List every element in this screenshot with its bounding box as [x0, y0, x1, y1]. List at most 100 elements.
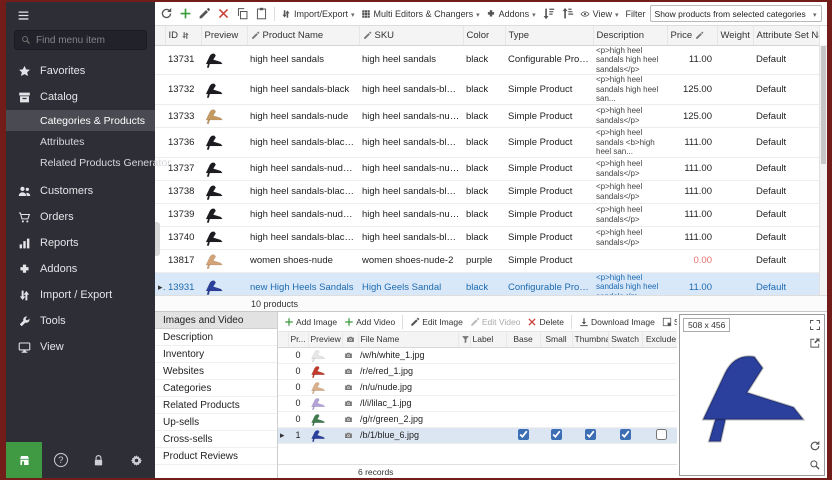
col-header-weight[interactable]: Weight: [717, 26, 753, 45]
tab-cross-sells[interactable]: Cross-sells: [155, 431, 277, 448]
thumbnail-checkbox[interactable]: [585, 429, 596, 440]
tab-images-and-video[interactable]: Images and Video: [155, 312, 277, 329]
col-header-product-name[interactable]: Product Name: [247, 26, 359, 45]
edit-image-button[interactable]: Edit Image: [408, 316, 465, 328]
sidebar-item-addons[interactable]: Addons: [6, 256, 155, 282]
product-row[interactable]: 13731 high heel sandals high heel sandal…: [155, 45, 819, 75]
col-header-small[interactable]: Small: [540, 332, 572, 347]
tab-product-reviews[interactable]: Product Reviews: [155, 448, 277, 465]
delete-image-button[interactable]: Delete: [525, 316, 566, 328]
set-resize-rule-button[interactable]: Set Resize Rule: [660, 316, 677, 328]
scrollbar-thumb[interactable]: [821, 46, 826, 164]
col-header-price[interactable]: Price: [667, 26, 717, 45]
col-header-exclude[interactable]: Exclude: [642, 332, 677, 347]
small-checkbox[interactable]: [551, 429, 562, 440]
col-header-attribute-set[interactable]: Attribute Set Name: [753, 26, 819, 45]
col-header-preview[interactable]: Preview: [308, 332, 342, 347]
add-image-button[interactable]: Add Image: [282, 316, 339, 328]
col-header-base[interactable]: Base: [506, 332, 540, 347]
rotate-icon[interactable]: [809, 440, 821, 452]
sidebar-item-related-products-generator[interactable]: Related Products Generator: [6, 152, 155, 173]
category-filter-select[interactable]: Show products from selected categories: [650, 5, 822, 22]
settings-button[interactable]: [117, 442, 155, 478]
sidebar-item-favorites[interactable]: Favorites: [6, 58, 155, 84]
image-row[interactable]: 0 /r/e/red_1.jpg: [278, 363, 677, 379]
tab-inventory[interactable]: Inventory: [155, 346, 277, 363]
col-header-description[interactable]: Description: [593, 26, 667, 45]
sidebar-item-customers[interactable]: Customers: [6, 178, 155, 204]
paste-button[interactable]: [253, 5, 270, 22]
product-row[interactable]: 13737 high heel sandals-nude-36 high hee…: [155, 157, 819, 180]
product-row[interactable]: 13740 high heel sandals-black-38 high he…: [155, 226, 819, 249]
panel-collapse-handle[interactable]: [155, 222, 160, 256]
exclude-checkbox[interactable]: [656, 429, 667, 440]
col-header-type[interactable]: Type: [505, 26, 593, 45]
image-row[interactable]: 0 /n/u/nude.jpg: [278, 379, 677, 395]
import-export-menu[interactable]: Import/Export: [279, 7, 357, 21]
refresh-button[interactable]: [158, 5, 175, 22]
menu-search[interactable]: [14, 30, 147, 50]
col-header-priority[interactable]: Pr...: [288, 332, 308, 347]
cell-expand[interactable]: [278, 427, 288, 443]
add-video-button[interactable]: Add Video: [342, 316, 397, 328]
tab-description[interactable]: Description: [155, 329, 277, 346]
multi-editors-menu[interactable]: Multi Editors & Changers: [359, 7, 482, 21]
col-header-preview[interactable]: Preview: [201, 26, 247, 45]
sidebar-item-orders[interactable]: Orders: [6, 204, 155, 230]
col-header-file-name[interactable]: File Name: [358, 332, 458, 347]
product-row[interactable]: 13732 high heel sandals-black high heel …: [155, 75, 819, 105]
copy-button[interactable]: [234, 5, 251, 22]
product-row[interactable]: 13739 high heel sandals-nude-37 high hee…: [155, 203, 819, 226]
filters-menu[interactable]: Filters: [824, 7, 827, 21]
zoom-icon[interactable]: [809, 459, 821, 471]
sidebar-item-view[interactable]: View: [6, 334, 155, 360]
col-header-sku[interactable]: SKU: [359, 26, 463, 45]
menu-toggle-button[interactable]: [6, 2, 155, 28]
col-header-id[interactable]: ID: [165, 26, 201, 45]
addons-menu[interactable]: Addons: [484, 7, 538, 21]
view-menu[interactable]: View: [578, 7, 621, 21]
col-header-swatch[interactable]: Swatch: [608, 332, 642, 347]
image-row-selected[interactable]: 1 /b/1/blue_6.jpg: [278, 427, 677, 443]
tab-up-sells[interactable]: Up-sells: [155, 414, 277, 431]
product-row[interactable]: 13733 high heel sandals-nude high heel s…: [155, 105, 819, 128]
open-external-icon[interactable]: [809, 337, 821, 349]
edit-video-button[interactable]: Edit Video: [468, 316, 523, 328]
col-header-label[interactable]: Label: [470, 332, 506, 347]
vertical-scrollbar[interactable]: [819, 45, 827, 295]
sidebar-item-catalog[interactable]: Catalog: [6, 84, 155, 110]
lock-button[interactable]: [80, 442, 118, 478]
image-row[interactable]: 0 /g/r/green_2.jpg: [278, 411, 677, 427]
swatch-checkbox[interactable]: [620, 429, 631, 440]
product-row[interactable]: 13736 high heel sandals-black-36 high he…: [155, 128, 819, 158]
product-row-selected[interactable]: 13931 new High Heels Sandals High Geels …: [155, 272, 819, 295]
base-checkbox[interactable]: [518, 429, 529, 440]
sort-descending-button[interactable]: [559, 5, 576, 22]
sidebar-item-import-export[interactable]: Import / Export: [6, 282, 155, 308]
cell-expand[interactable]: [155, 272, 165, 295]
download-image-button[interactable]: Download Image: [577, 316, 657, 328]
sidebar-item-attributes[interactable]: Attributes: [6, 131, 155, 152]
col-header-camera[interactable]: [342, 332, 358, 347]
sidebar-item-reports[interactable]: Reports: [6, 230, 155, 256]
add-product-button[interactable]: [177, 5, 194, 22]
image-row[interactable]: 0 /l/i/lilac_1.jpg: [278, 395, 677, 411]
col-header-thumbnail[interactable]: Thumbna: [572, 332, 608, 347]
tab-related-products[interactable]: Related Products: [155, 397, 277, 414]
sort-ascending-button[interactable]: [540, 5, 557, 22]
product-row[interactable]: 13738 high heel sandals-black-37 high he…: [155, 180, 819, 203]
delete-product-button[interactable]: [215, 5, 232, 22]
product-row[interactable]: 13817 women shoes-nude women shoes-nude-…: [155, 249, 819, 272]
col-header-color[interactable]: Color: [463, 26, 505, 45]
help-button[interactable]: [42, 442, 80, 478]
sidebar-item-tools[interactable]: Tools: [6, 308, 155, 334]
edit-product-button[interactable]: [196, 5, 213, 22]
tab-categories[interactable]: Categories: [155, 380, 277, 397]
menu-search-input[interactable]: [36, 35, 140, 46]
image-row[interactable]: 0 /w/h/white_1.jpg: [278, 347, 677, 363]
sidebar-item-categories-products[interactable]: Categories & Products: [6, 110, 155, 131]
tab-websites[interactable]: Websites: [155, 363, 277, 380]
fullscreen-icon[interactable]: [809, 319, 821, 331]
col-header-filter[interactable]: [458, 332, 470, 347]
store-button[interactable]: [6, 442, 42, 478]
